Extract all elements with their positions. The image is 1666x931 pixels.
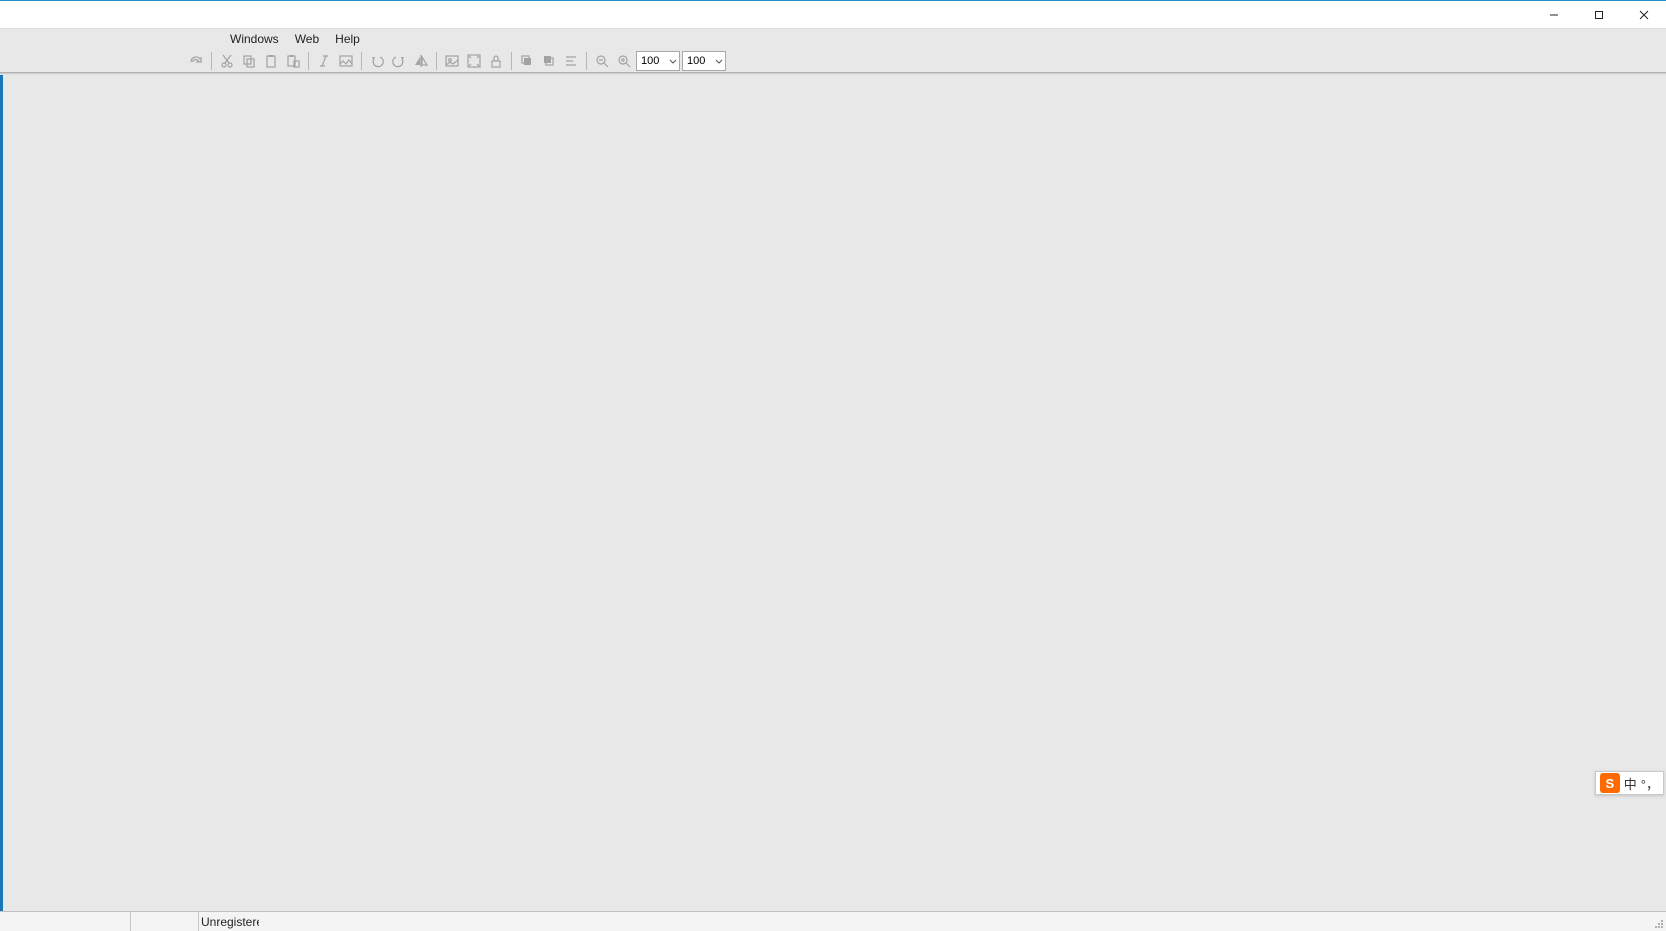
menu-windows[interactable]: Windows (222, 30, 287, 48)
ime-lang[interactable]: 中 (1624, 774, 1637, 793)
rotate-right-icon[interactable] (389, 51, 409, 71)
chevron-down-icon (669, 57, 677, 65)
menu-bar: Windows Web Help (0, 29, 1666, 49)
maximize-button[interactable] (1576, 1, 1621, 28)
toolbar: 100 100 (0, 49, 1666, 73)
fit-window-icon[interactable] (464, 51, 484, 71)
ime-bar[interactable]: S 中 °， (1595, 771, 1664, 795)
copy-icon[interactable] (239, 51, 259, 71)
status-bar: Unregistered (0, 911, 1666, 931)
redo-icon[interactable] (186, 51, 206, 71)
toolbar-separator (436, 52, 437, 70)
toolbar-separator (511, 52, 512, 70)
paste-special-icon[interactable] (283, 51, 303, 71)
send-back-icon[interactable] (539, 51, 559, 71)
picture-icon[interactable] (336, 51, 356, 71)
lock-icon[interactable] (486, 51, 506, 71)
cut-icon[interactable] (217, 51, 237, 71)
bring-front-icon[interactable] (517, 51, 537, 71)
close-button[interactable] (1621, 1, 1666, 28)
chevron-down-icon (715, 57, 723, 65)
align-icon[interactable] (561, 51, 581, 71)
toolbar-separator (308, 52, 309, 70)
menu-help[interactable]: Help (327, 30, 368, 48)
status-segment-2 (131, 912, 199, 931)
zoom-out-icon[interactable] (592, 51, 612, 71)
title-bar (0, 1, 1666, 29)
italic-icon[interactable] (314, 51, 334, 71)
toolbar-separator (361, 52, 362, 70)
toolbar-separator (211, 52, 212, 70)
toolbar-separator (586, 52, 587, 70)
minimize-button[interactable] (1531, 1, 1576, 28)
resize-grip-icon[interactable] (1652, 917, 1664, 929)
zoom-1-value: 100 (641, 55, 659, 67)
status-segment-1 (0, 912, 131, 931)
paste-icon[interactable] (261, 51, 281, 71)
zoom-2-value: 100 (687, 55, 705, 67)
zoom-1-combo[interactable]: 100 (636, 51, 680, 71)
zoom-in-icon[interactable] (614, 51, 634, 71)
rotate-left-icon[interactable] (367, 51, 387, 71)
canvas-area[interactable] (0, 75, 1666, 911)
menu-web[interactable]: Web (287, 30, 327, 48)
image-icon[interactable] (442, 51, 462, 71)
sogou-logo-icon[interactable]: S (1600, 773, 1620, 793)
app-window: Windows Web Help (0, 0, 1666, 931)
status-text: Unregistered (199, 915, 259, 929)
flip-horizontal-icon[interactable] (411, 51, 431, 71)
zoom-2-combo[interactable]: 100 (682, 51, 726, 71)
ime-punct[interactable]: °， (1641, 774, 1659, 793)
